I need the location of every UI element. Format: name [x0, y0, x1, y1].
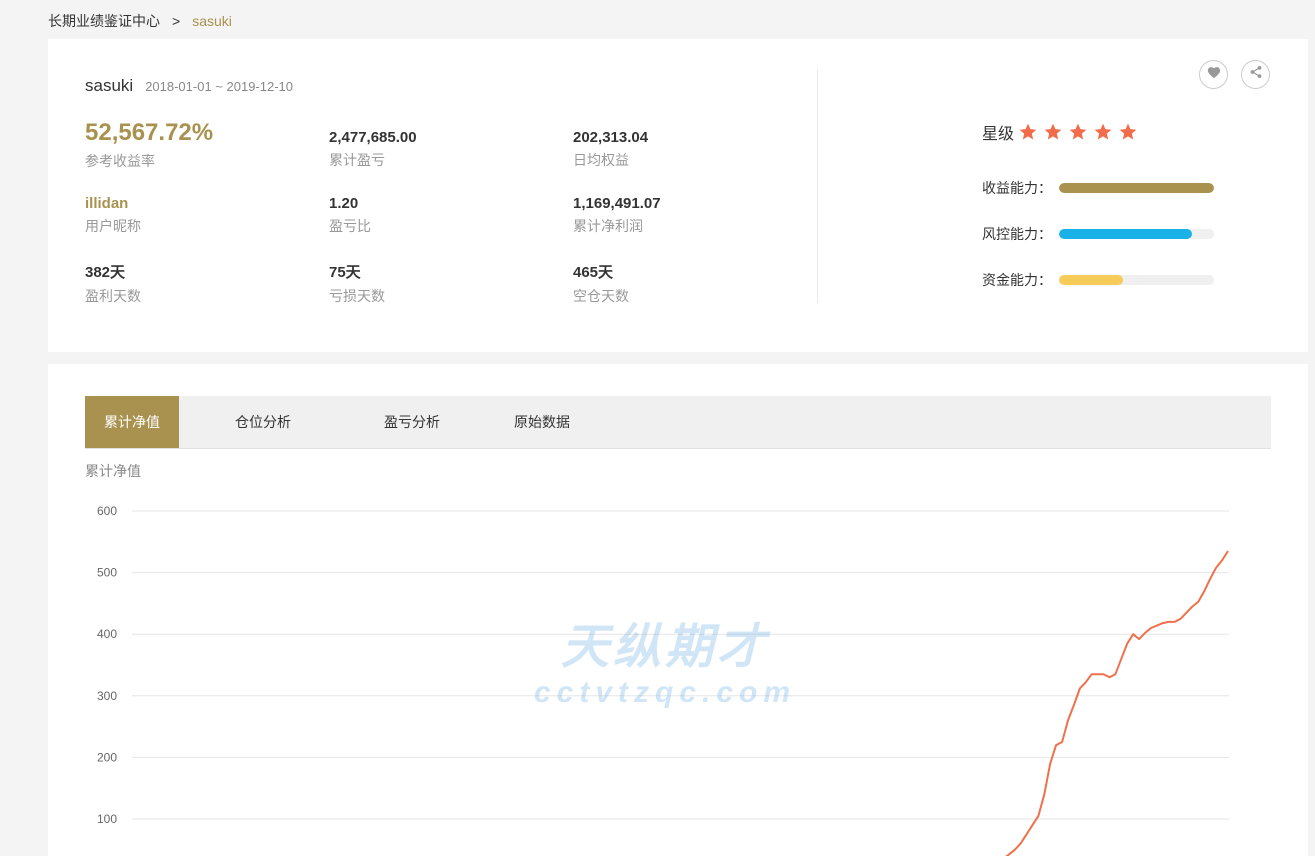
ability-bar [1059, 229, 1214, 239]
star-icon [1094, 123, 1112, 140]
stat-pnl-ratio-value: 1.20 [329, 195, 359, 212]
stat-pnl-ratio-label: 盈亏比 [329, 218, 371, 234]
stat-avg-daily-equity: 202,313.04 日均权益 [573, 129, 648, 170]
divider [817, 70, 818, 303]
stat-loss-days: 75天 亏损天数 [329, 261, 385, 306]
profile-card: sasuki 2018-01-01 ~ 2019-12-10 52,567.72… [48, 39, 1308, 352]
series-line [1005, 550, 1229, 856]
stat-loss-days-label: 亏损天数 [329, 288, 385, 304]
y-tick-label: 200 [97, 750, 117, 764]
stat-avg-daily-equity-label: 日均权益 [573, 152, 629, 168]
star-icon [1019, 123, 1037, 140]
breadcrumb-current: sasuki [192, 13, 232, 29]
heart-icon [1207, 66, 1221, 84]
stat-net-profit: 1,169,491.07 累计净利润 [573, 195, 661, 236]
profile-header: sasuki 2018-01-01 ~ 2019-12-10 [85, 76, 293, 96]
stat-return-rate-label: 参考收益率 [85, 153, 155, 169]
breadcrumb: 长期业绩鉴证中心 > sasuki [48, 11, 232, 31]
ability-row: 资金能力： [982, 257, 1214, 303]
ability-bar-fill [1059, 183, 1214, 193]
stat-nickname-label: 用户昵称 [85, 218, 141, 234]
y-tick-label: 500 [97, 566, 117, 580]
breadcrumb-root-link[interactable]: 长期业绩鉴证中心 [48, 11, 160, 31]
chart-card: 累计净值 仓位分析 盈亏分析 原始数据 累计净值 100 200 300 400 500 600 [48, 364, 1308, 856]
breadcrumb-separator: > [172, 13, 181, 29]
stat-net-profit-label: 累计净利润 [573, 218, 643, 234]
stat-flat-days-value: 465天 [573, 264, 614, 281]
ability-bar-fill [1059, 229, 1193, 239]
y-tick-label: 400 [97, 627, 117, 641]
rating-panel: 星级 收益能力： 风控能力： 资金能力： [982, 121, 1214, 303]
stat-net-profit-value: 1,169,491.07 [573, 195, 661, 212]
ability-label: 收益能力： [982, 180, 1052, 196]
stat-loss-days-value: 75天 [329, 264, 361, 281]
ability-bar-fill [1059, 275, 1123, 285]
star-icon [1119, 123, 1137, 140]
ability-label: 资金能力： [982, 272, 1052, 288]
y-tick-label: 600 [97, 504, 117, 518]
ability-bar [1059, 275, 1214, 285]
stat-avg-daily-equity-value: 202,313.04 [573, 129, 649, 146]
stat-profit-days: 382天 盈利天数 [85, 261, 141, 306]
y-tick-label: 100 [97, 812, 117, 826]
stat-cumulative-pnl-label: 累计盈亏 [329, 152, 385, 168]
ability-bar [1059, 183, 1214, 193]
stat-return-rate-value: 52,567.72% [85, 119, 214, 146]
ability-list: 收益能力： 风控能力： 资金能力： [982, 165, 1214, 303]
share-button[interactable] [1241, 60, 1270, 89]
stat-nickname: illidan 用户昵称 [85, 195, 141, 236]
y-tick-label: 300 [97, 689, 117, 703]
stat-return-rate: 52,567.72% 参考收益率 [85, 119, 213, 171]
stars [1018, 122, 1138, 142]
ability-label: 风控能力： [982, 226, 1052, 242]
star-rating: 星级 [982, 121, 1214, 143]
stat-nickname-value: illidan [85, 195, 129, 212]
stat-flat-days: 465天 空仓天数 [573, 261, 629, 306]
star-icon [1069, 123, 1087, 140]
stat-flat-days-label: 空仓天数 [573, 288, 629, 304]
star-icon [1044, 123, 1062, 140]
profile-name: sasuki [85, 76, 134, 95]
star-rating-label: 星级 [982, 126, 1015, 143]
share-icon [1249, 65, 1263, 84]
stat-cumulative-pnl: 2,477,685.00 累计盈亏 [329, 129, 417, 170]
net-value-chart: 100 200 300 400 500 600 [97, 504, 1229, 856]
profile-date-range: 2018-01-01 ~ 2019-12-10 [145, 79, 293, 94]
favorite-button[interactable] [1199, 60, 1228, 89]
stat-profit-days-value: 382天 [85, 264, 126, 281]
stat-profit-days-label: 盈利天数 [85, 288, 141, 304]
ability-row: 收益能力： [982, 165, 1214, 211]
ability-row: 风控能力： [982, 211, 1214, 257]
stat-cumulative-pnl-value: 2,477,685.00 [329, 129, 417, 146]
stat-pnl-ratio: 1.20 盈亏比 [329, 195, 371, 236]
